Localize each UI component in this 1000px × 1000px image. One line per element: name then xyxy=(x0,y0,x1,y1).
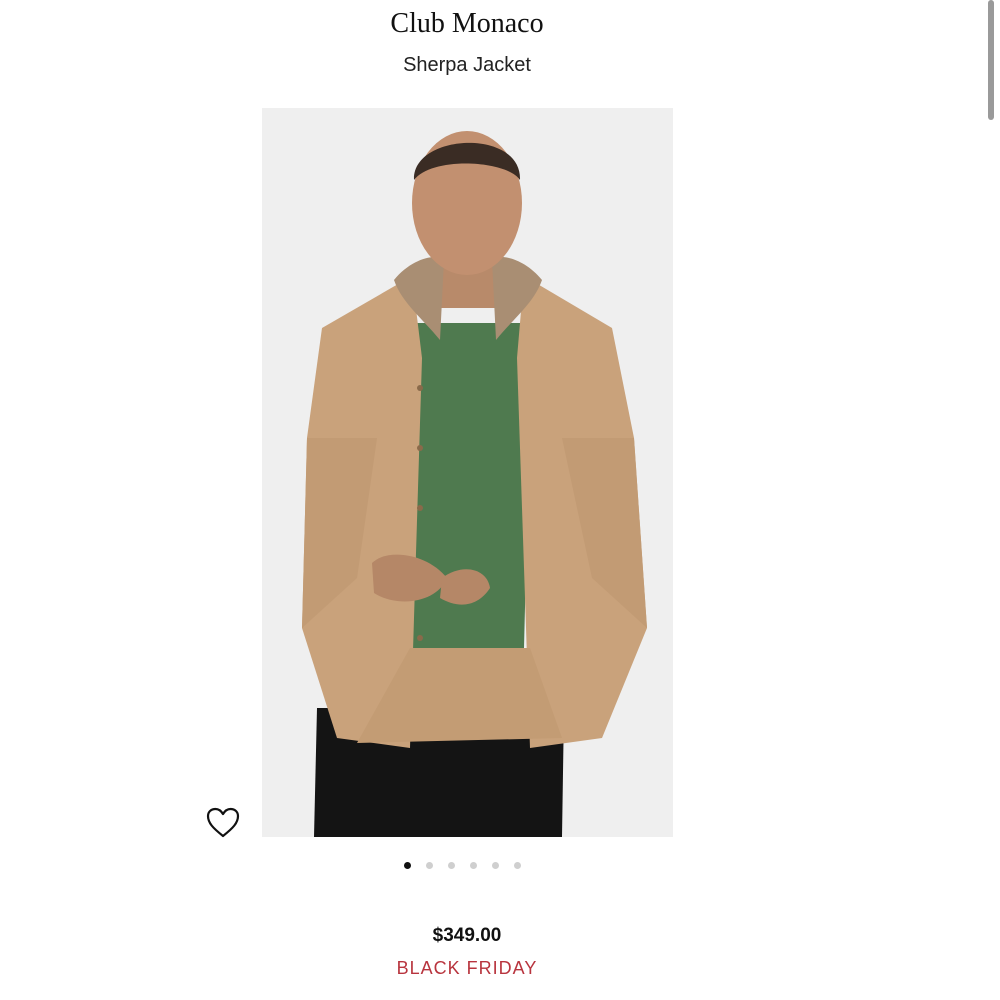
carousel-dot[interactable] xyxy=(492,862,499,869)
product-image[interactable] xyxy=(262,108,673,837)
page-scrollbar[interactable] xyxy=(988,0,994,120)
product-name: Sherpa Jacket xyxy=(403,54,531,76)
product-price: $349.00 xyxy=(432,925,502,946)
promo-label: BLACK FRIDAY xyxy=(396,958,538,978)
carousel-indicator xyxy=(404,862,521,869)
carousel-dot[interactable] xyxy=(404,862,411,869)
carousel-dot[interactable] xyxy=(426,862,433,869)
wishlist-button[interactable] xyxy=(205,806,241,840)
carousel-dot[interactable] xyxy=(514,862,521,869)
carousel-dot[interactable] xyxy=(448,862,455,869)
heart-outline-icon xyxy=(206,807,240,838)
carousel-dot[interactable] xyxy=(470,862,477,869)
product-photo-illustration xyxy=(262,108,673,837)
product-brand: Club Monaco xyxy=(390,8,544,39)
